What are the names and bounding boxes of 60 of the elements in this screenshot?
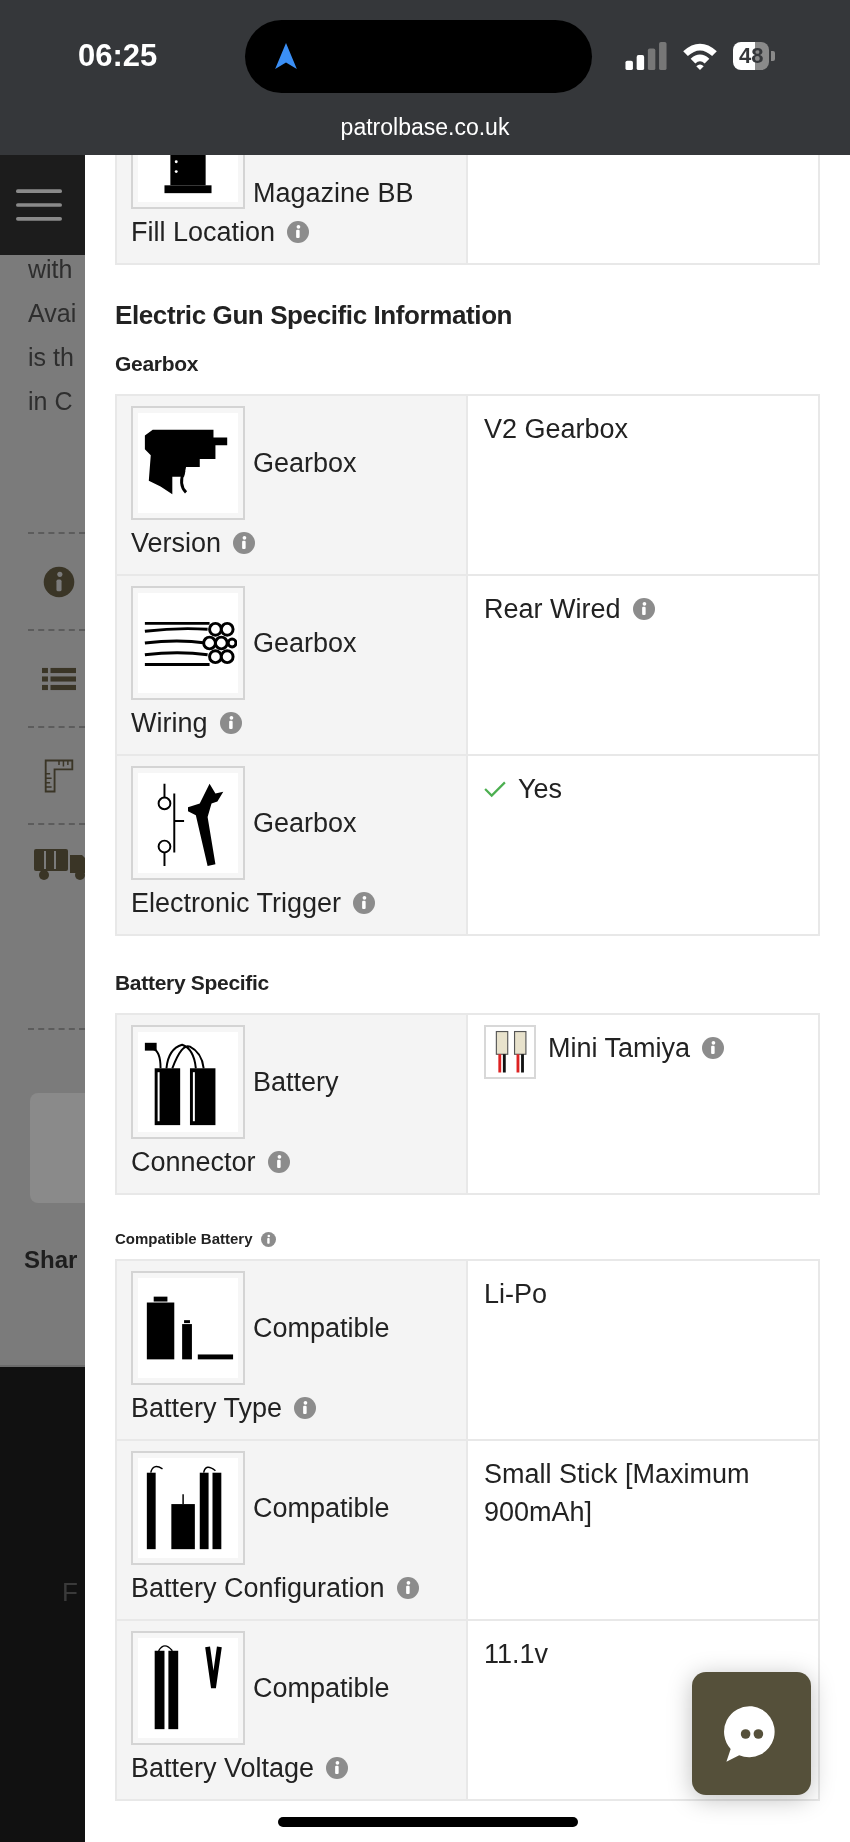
value-text: Rear Wired <box>484 593 621 626</box>
label-text: Gearbox <box>253 447 357 479</box>
info-icon[interactable] <box>396 1577 419 1599</box>
signal-icon <box>625 42 667 70</box>
label-text: Connector <box>131 1146 256 1179</box>
label-text: Magazine BB <box>253 178 414 209</box>
label-text: Compatible <box>253 1672 390 1704</box>
label-text: Electronic Trigger <box>131 887 342 920</box>
wifi-icon <box>681 42 719 70</box>
label-text: Gearbox <box>253 807 357 839</box>
paragraph-text: in C <box>28 386 74 417</box>
info-icon[interactable] <box>42 564 76 599</box>
subsection-title: Battery Specific <box>115 970 270 996</box>
label-text: Battery Type <box>131 1392 283 1425</box>
label-text: Compatible <box>253 1312 390 1344</box>
battery-cells-icon <box>131 1271 245 1385</box>
info-icon[interactable] <box>294 1397 317 1419</box>
info-icon[interactable] <box>632 598 655 620</box>
info-icon[interactable] <box>219 712 242 734</box>
truck-icon[interactable] <box>34 847 85 881</box>
label-text: Battery <box>253 1066 339 1098</box>
ruler-icon[interactable] <box>42 758 76 793</box>
wire-bundle-icon <box>131 586 245 700</box>
value-text: V2 Gearbox <box>484 413 629 446</box>
label-text: Fill Location <box>131 216 276 249</box>
info-icon[interactable] <box>326 1757 349 1779</box>
clock-time: 06:25 <box>78 38 159 74</box>
info-icon[interactable] <box>702 1037 725 1059</box>
info-icon[interactable] <box>260 1231 276 1247</box>
chat-button[interactable] <box>692 1672 811 1795</box>
battery-pack-icon <box>131 1025 245 1139</box>
paragraph-text: Avai <box>28 298 78 329</box>
label-text: Compatible <box>253 1492 390 1524</box>
info-icon[interactable] <box>233 532 256 554</box>
location-arrow-icon <box>275 43 297 69</box>
label-text: Wiring <box>131 707 208 740</box>
value-text: Mini Tamiya <box>548 1032 691 1065</box>
subsection-title: Gearbox <box>115 351 200 377</box>
subsection-title: Compatible Battery <box>115 1229 253 1249</box>
section-title: Electric Gun Specific Information <box>115 299 513 332</box>
value-text: 11.1v <box>484 1638 549 1671</box>
label-text: Gearbox <box>253 627 357 659</box>
info-icon[interactable] <box>353 892 376 914</box>
menu-icon[interactable] <box>16 189 62 221</box>
value-text: Yes <box>518 773 563 806</box>
address-text[interactable]: patrolbase.co.uk <box>0 114 850 141</box>
label-text: Version <box>131 527 222 560</box>
paragraph-text: with <box>28 254 74 285</box>
battery-sticks-icon <box>131 1451 245 1565</box>
label-text: Battery Voltage <box>131 1752 315 1785</box>
battery-voltage-icon <box>131 1631 245 1745</box>
share-heading: Shar <box>24 1245 79 1275</box>
info-icon[interactable] <box>267 1151 290 1173</box>
value-text: Small Stick [Maximum 900mAh] <box>484 1458 751 1529</box>
info-icon[interactable] <box>287 221 310 243</box>
trigger-icon <box>131 766 245 880</box>
label-text: Battery Configuration <box>131 1572 385 1605</box>
paragraph-text: is th <box>28 342 75 373</box>
gearbox-icon <box>131 406 245 520</box>
value-text: Li-Po <box>484 1278 548 1311</box>
